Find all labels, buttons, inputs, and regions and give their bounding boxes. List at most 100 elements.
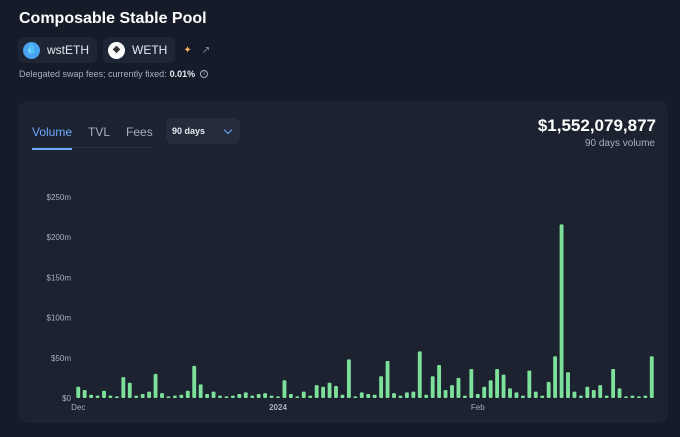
volume-bar[interactable] xyxy=(301,391,306,398)
volume-bar[interactable] xyxy=(147,391,152,398)
volume-bar[interactable] xyxy=(482,386,487,398)
volume-bar[interactable] xyxy=(340,394,345,398)
volume-bar[interactable] xyxy=(288,393,293,398)
volume-bar[interactable] xyxy=(559,224,564,398)
volume-bar[interactable] xyxy=(366,393,371,398)
volume-bar[interactable] xyxy=(218,395,222,398)
volume-bar[interactable] xyxy=(566,372,570,398)
volume-bar[interactable] xyxy=(495,369,500,398)
volume-bar[interactable] xyxy=(211,391,216,398)
volume-bar[interactable] xyxy=(450,385,454,398)
volume-bar[interactable] xyxy=(508,388,512,398)
volume-bar[interactable] xyxy=(546,381,551,398)
token-chip-weth[interactable]: ◆ WETH xyxy=(103,37,176,63)
volume-bar[interactable] xyxy=(198,384,203,398)
swap-fee-info: Delegated swap fees; currently fixed: 0.… xyxy=(19,69,209,79)
volume-bar[interactable] xyxy=(411,391,416,398)
volume-bar[interactable] xyxy=(417,351,422,398)
volume-bar[interactable] xyxy=(166,396,171,398)
token-chip-wsteth[interactable]: 💧 wstETH xyxy=(18,37,97,63)
volume-bar[interactable] xyxy=(520,395,525,398)
volume-bar[interactable] xyxy=(334,385,338,398)
volume-bar[interactable] xyxy=(359,392,364,398)
volume-bar[interactable] xyxy=(179,394,184,398)
volume-bar[interactable] xyxy=(140,393,145,398)
volume-bar[interactable] xyxy=(469,369,474,398)
volume-bar[interactable] xyxy=(430,376,435,398)
volume-bar[interactable] xyxy=(172,395,177,398)
volume-bar[interactable] xyxy=(127,382,132,398)
x-tick-label: Dec xyxy=(71,403,85,412)
volume-bar[interactable] xyxy=(437,365,442,398)
volume-bar[interactable] xyxy=(585,386,590,398)
volume-bar[interactable] xyxy=(643,395,648,398)
volume-bar[interactable] xyxy=(134,395,139,398)
volume-bar[interactable] xyxy=(533,391,538,398)
volume-bar[interactable] xyxy=(121,377,126,398)
volume-bar[interactable] xyxy=(372,394,377,398)
volume-bar[interactable] xyxy=(636,396,641,398)
y-tick-label: $250m xyxy=(47,193,72,202)
volume-bar[interactable] xyxy=(392,393,396,398)
volume-bar[interactable] xyxy=(108,395,113,398)
volume-bar[interactable] xyxy=(379,376,384,398)
volume-bar[interactable] xyxy=(230,395,235,398)
volume-bar[interactable] xyxy=(237,393,242,398)
volume-bar[interactable] xyxy=(314,385,319,398)
volume-bar[interactable] xyxy=(114,396,119,398)
volume-bar[interactable] xyxy=(192,365,197,398)
volume-bar[interactable] xyxy=(456,377,461,398)
volume-bar[interactable] xyxy=(308,395,313,398)
volume-bar[interactable] xyxy=(443,389,448,398)
volume-bar[interactable] xyxy=(321,386,326,398)
volume-bar[interactable] xyxy=(250,395,255,398)
volume-bar[interactable] xyxy=(578,395,583,398)
volume-bar[interactable] xyxy=(256,393,261,398)
volume-bar[interactable] xyxy=(282,380,287,398)
volume-bar[interactable] xyxy=(591,389,596,398)
volume-bar[interactable] xyxy=(598,385,603,398)
volume-bar[interactable] xyxy=(572,391,577,398)
token-label: WETH xyxy=(132,43,168,57)
sparkle-icon[interactable]: ✦ xyxy=(183,45,191,56)
volume-bar[interactable] xyxy=(263,393,268,398)
volume-bar[interactable] xyxy=(82,389,87,398)
volume-bar[interactable] xyxy=(243,392,248,398)
volume-bar[interactable] xyxy=(353,396,358,398)
volume-bar[interactable] xyxy=(346,359,351,398)
volume-bar[interactable] xyxy=(527,370,532,398)
volume-bar[interactable] xyxy=(276,396,280,398)
volume-bar[interactable] xyxy=(153,373,158,398)
volume-bar[interactable] xyxy=(624,396,628,398)
volume-bar[interactable] xyxy=(424,394,429,398)
volume-bar[interactable] xyxy=(553,356,558,398)
volume-bar[interactable] xyxy=(102,390,106,398)
volume-bar[interactable] xyxy=(398,395,403,398)
volume-bar[interactable] xyxy=(617,388,622,398)
volume-bar[interactable] xyxy=(89,394,94,398)
volume-bar[interactable] xyxy=(295,396,300,398)
external-link-icon[interactable]: ↗ xyxy=(202,45,210,56)
volume-bar[interactable] xyxy=(649,356,654,398)
volume-bar[interactable] xyxy=(224,396,229,398)
volume-bar[interactable] xyxy=(501,374,506,398)
volume-bar[interactable] xyxy=(514,392,519,398)
info-icon[interactable]: i xyxy=(200,70,209,78)
volume-bar[interactable] xyxy=(404,392,409,398)
volume-bar[interactable] xyxy=(488,380,493,398)
volume-bar[interactable] xyxy=(630,395,635,398)
volume-bar[interactable] xyxy=(95,395,100,398)
volume-bar-chart: $0 $50m $100m $150m $200m $250m Dec 2024 Feb xyxy=(47,193,654,412)
volume-bar[interactable] xyxy=(462,395,467,398)
volume-bar[interactable] xyxy=(160,393,164,398)
volume-bar[interactable] xyxy=(269,395,274,398)
volume-bar[interactable] xyxy=(385,361,390,398)
volume-bar[interactable] xyxy=(205,393,210,398)
volume-bar[interactable] xyxy=(327,382,332,398)
volume-bar[interactable] xyxy=(185,390,190,398)
volume-bar[interactable] xyxy=(475,393,480,398)
volume-bar[interactable] xyxy=(604,395,609,398)
volume-bar[interactable] xyxy=(76,386,81,398)
volume-bar[interactable] xyxy=(611,369,616,398)
volume-bar[interactable] xyxy=(540,395,545,398)
